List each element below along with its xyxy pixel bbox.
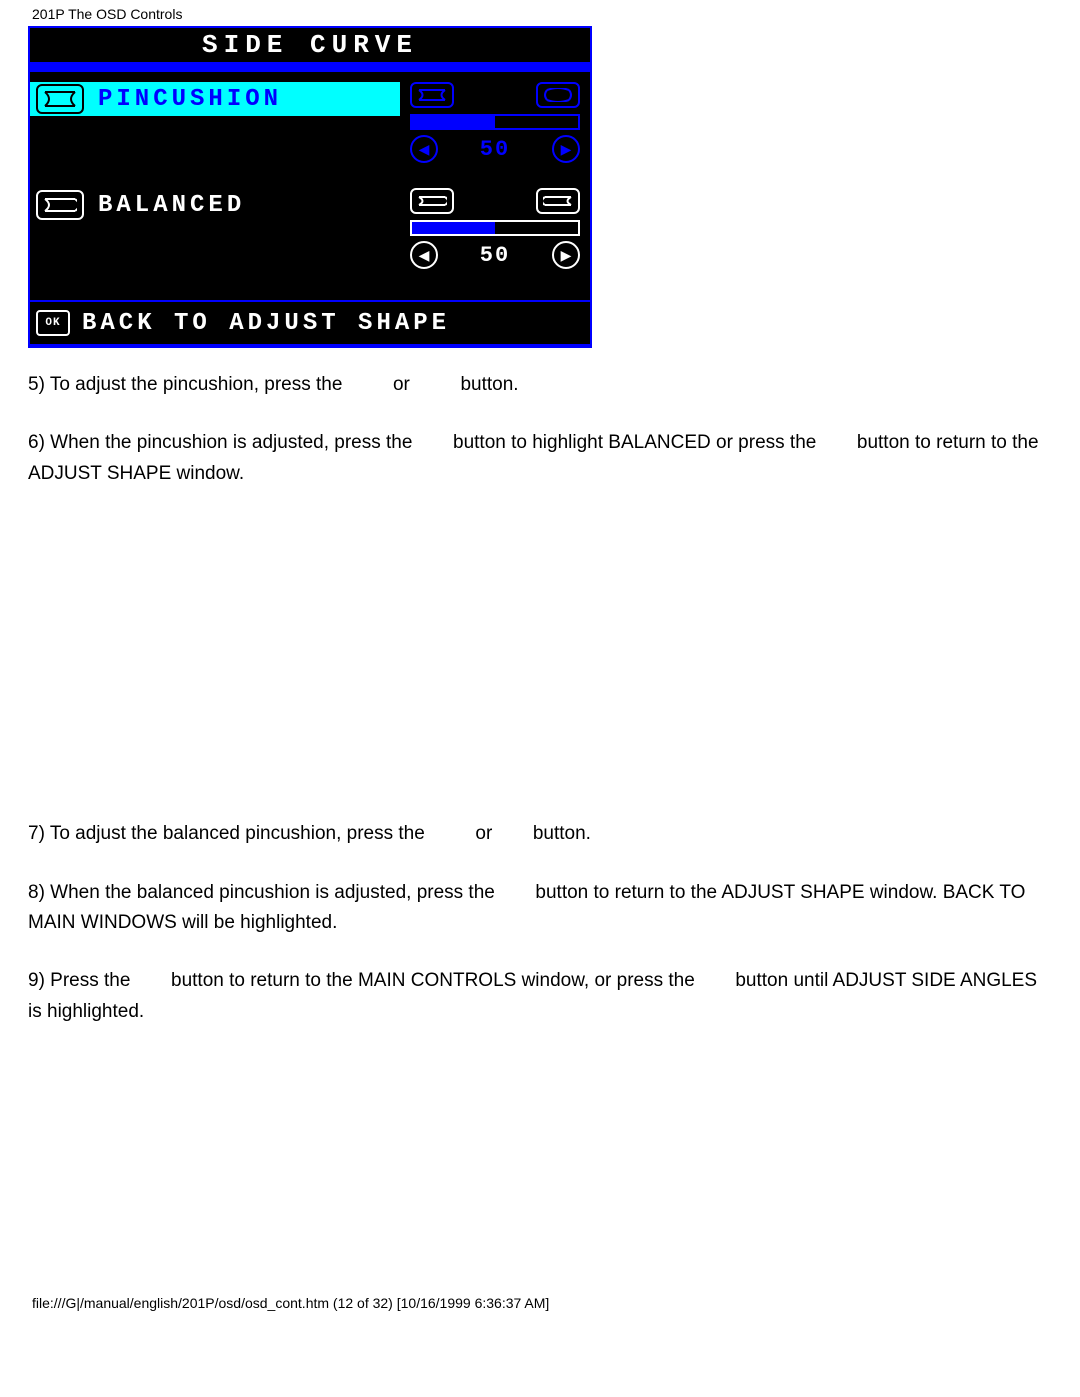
decrease-button[interactable]: ◀	[410, 241, 438, 269]
pincushion-concave-icon	[410, 82, 454, 108]
increase-button[interactable]: ▶	[552, 241, 580, 269]
pincushion-icon	[36, 84, 84, 114]
osd-window: SIDE CURVE PINCUSHION ◀	[28, 26, 592, 348]
image-placeholder	[28, 517, 1052, 797]
instruction-block-2: 7) To adjust the balanced pincushion, pr…	[28, 819, 1052, 1027]
osd-footer-text: BACK TO ADJUST SHAPE	[82, 310, 450, 337]
step-9: 9) Press the button to return to the MAI…	[28, 966, 1052, 1027]
osd-row-label-wrap: PINCUSHION	[30, 82, 400, 116]
osd-row-pincushion[interactable]: PINCUSHION ◀ 50 ▶	[30, 72, 590, 182]
slider-fill	[412, 116, 495, 128]
instruction-block: 5) To adjust the pincushion, press the o…	[28, 370, 1052, 489]
balanced-icon	[36, 190, 84, 220]
step-7: 7) To adjust the balanced pincushion, pr…	[28, 819, 1052, 849]
slider-value: 50	[480, 137, 510, 162]
text: 5) To adjust the pincushion, press the	[28, 374, 348, 395]
page-footer: file:///G|/manual/english/201P/osd/osd_c…	[28, 1287, 1052, 1317]
text: 7) To adjust the balanced pincushion, pr…	[28, 823, 430, 844]
osd-row-controls: ◀ 50 ▶	[410, 188, 580, 270]
text: button to return to the MAIN CONTROLS wi…	[171, 970, 700, 991]
text: or	[393, 374, 415, 395]
text: button.	[460, 374, 518, 395]
osd-body: PINCUSHION ◀ 50 ▶	[30, 72, 590, 300]
ok-icon: OK	[36, 310, 70, 336]
osd-row-label-wrap: BALANCED	[30, 188, 400, 222]
step-5: 5) To adjust the pincushion, press the o…	[28, 370, 1052, 400]
text: 6) When the pincushion is adjusted, pres…	[28, 432, 418, 453]
slider-track[interactable]	[410, 220, 580, 236]
slider-track[interactable]	[410, 114, 580, 130]
osd-divider	[30, 62, 590, 72]
osd-row-label: PINCUSHION	[98, 86, 282, 113]
decrease-button[interactable]: ◀	[410, 135, 438, 163]
page-header: 201P The OSD Controls	[28, 0, 1052, 26]
slider-value: 50	[480, 243, 510, 268]
step-6: 6) When the pincushion is adjusted, pres…	[28, 428, 1052, 489]
text: or	[475, 823, 497, 844]
osd-row-controls: ◀ 50 ▶	[410, 82, 580, 164]
step-8: 8) When the balanced pincushion is adjus…	[28, 878, 1052, 939]
increase-button[interactable]: ▶	[552, 135, 580, 163]
osd-title: SIDE CURVE	[30, 28, 590, 62]
osd-footer[interactable]: OK BACK TO ADJUST SHAPE	[30, 302, 590, 344]
osd-row-label: BALANCED	[98, 192, 245, 219]
osd-row-balanced[interactable]: BALANCED ◀ 50 ▶	[30, 182, 590, 296]
text: button to highlight BALANCED or press th…	[453, 432, 822, 453]
text: button.	[533, 823, 591, 844]
pincushion-convex-icon	[536, 82, 580, 108]
text: 9) Press the	[28, 970, 136, 991]
balanced-right-icon	[536, 188, 580, 214]
slider-fill	[412, 222, 495, 234]
balanced-left-icon	[410, 188, 454, 214]
text: 8) When the balanced pincushion is adjus…	[28, 882, 500, 903]
